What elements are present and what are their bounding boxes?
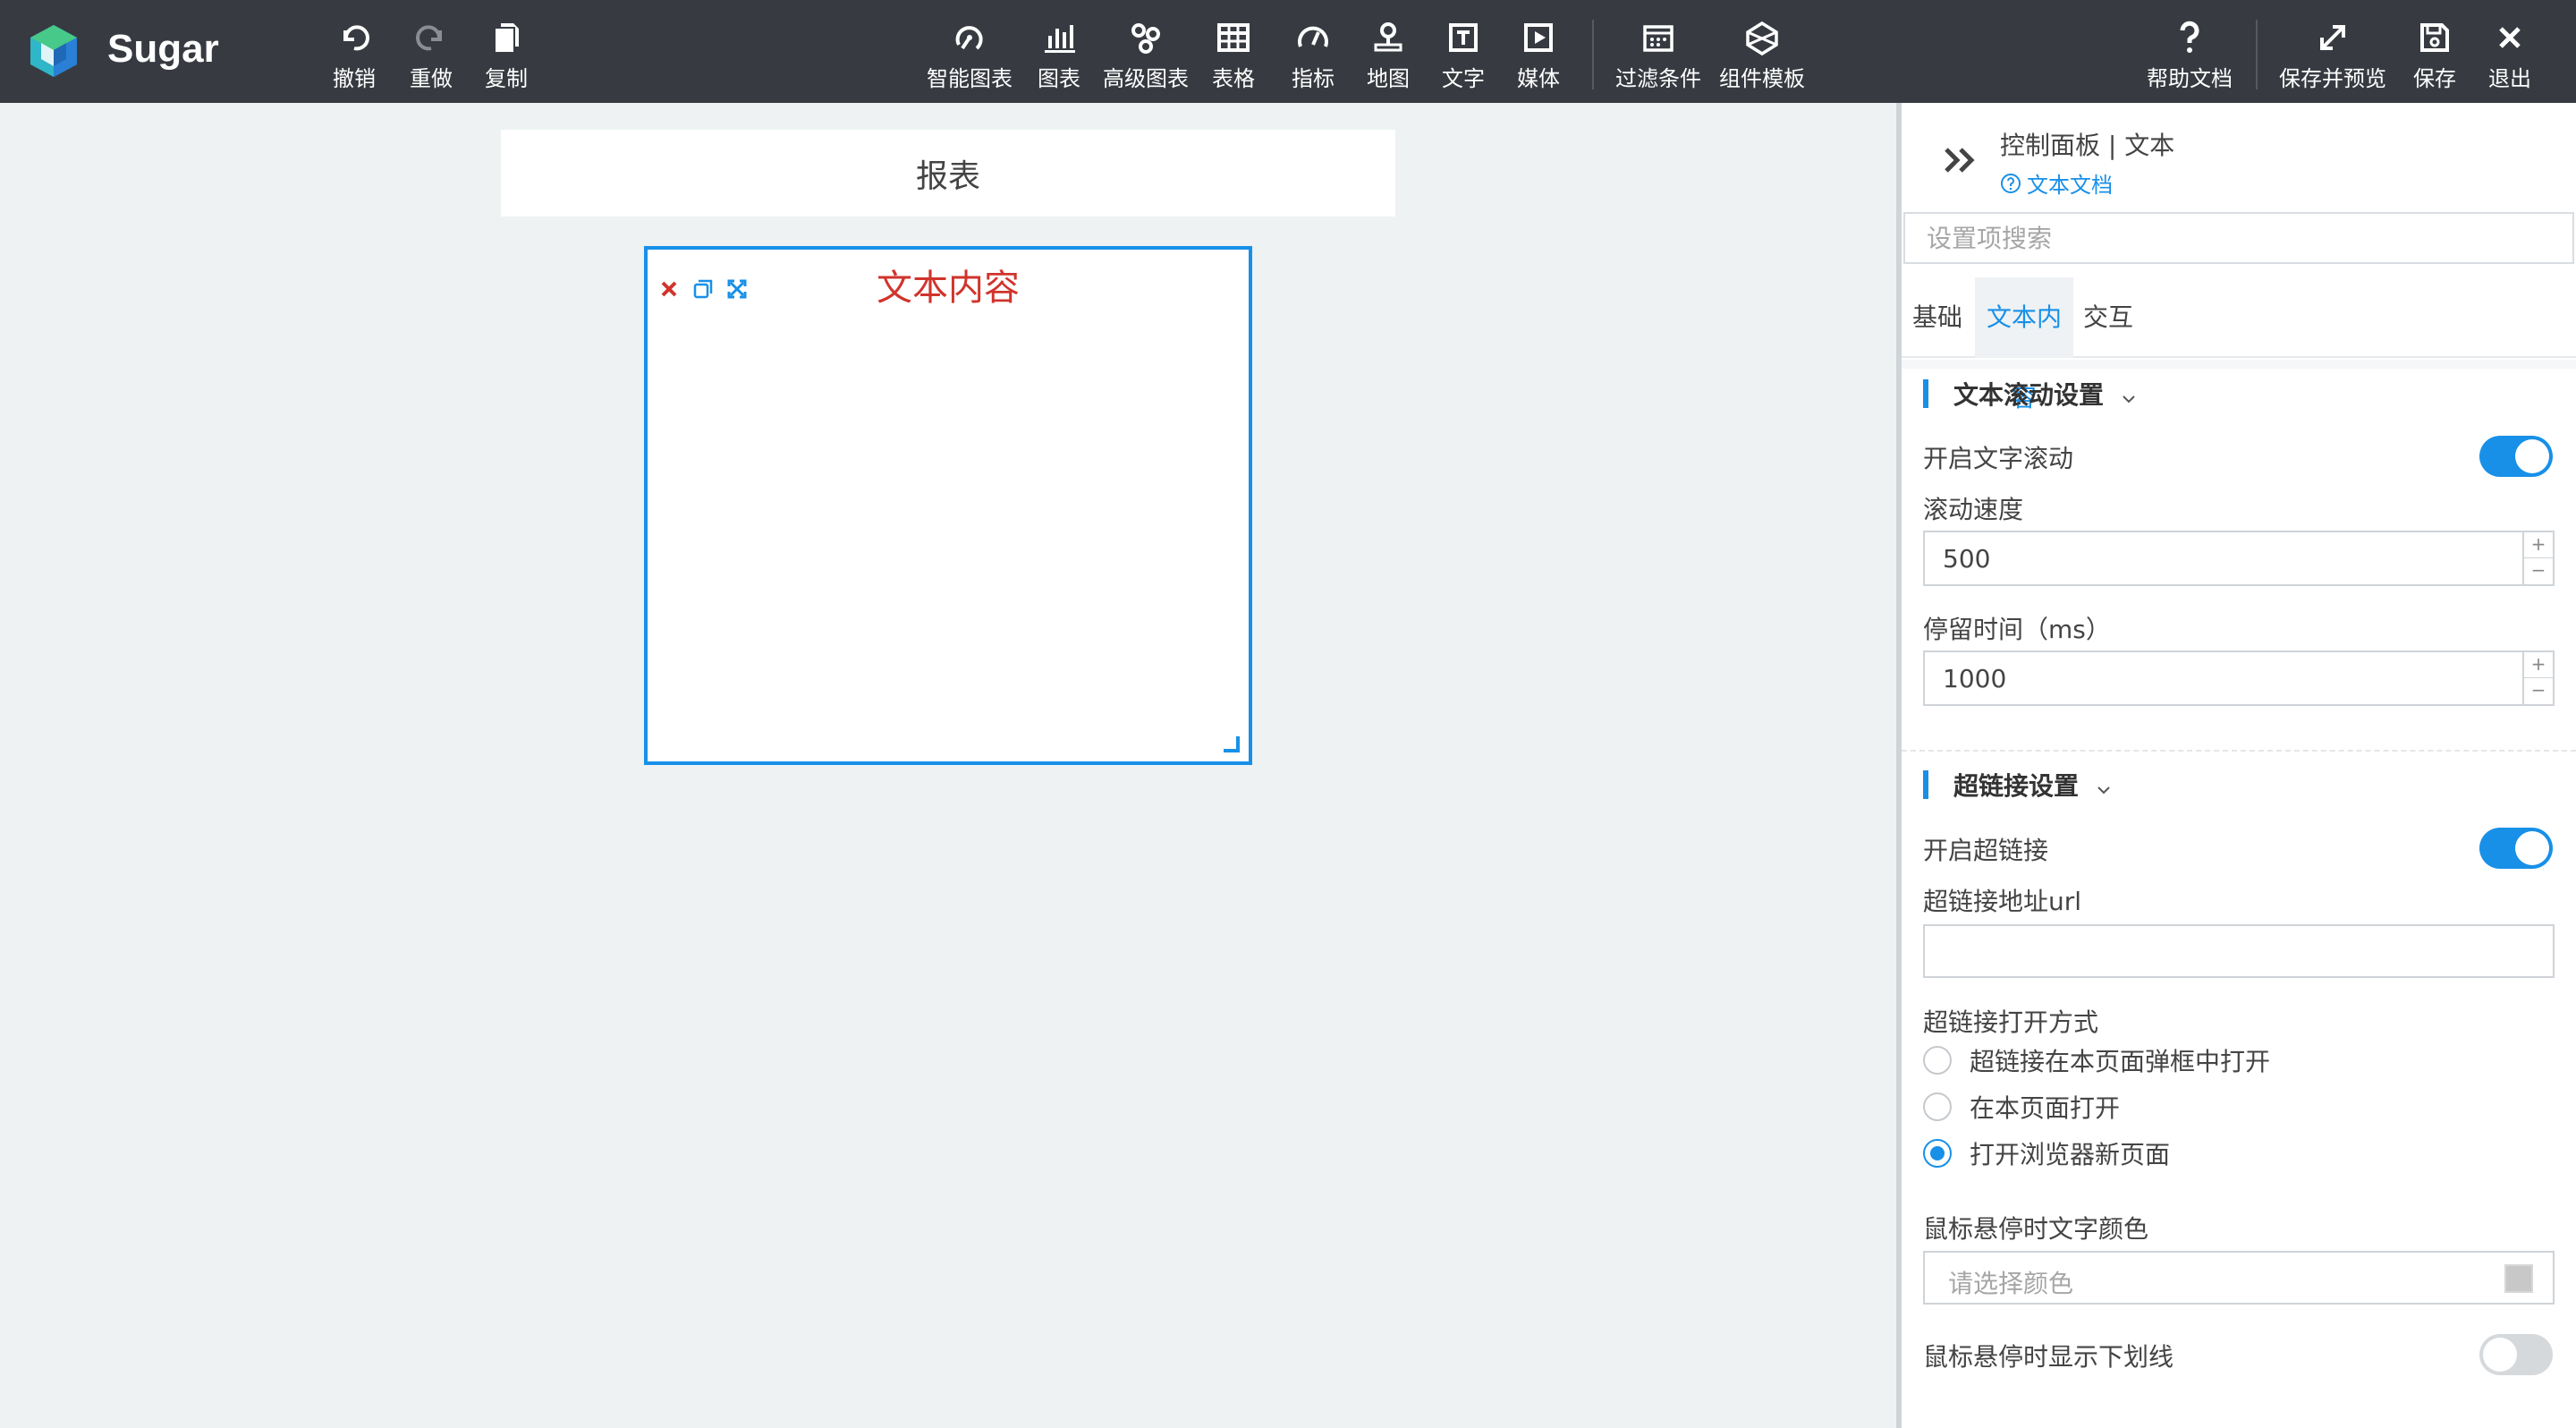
decrement-button[interactable]: −	[2522, 558, 2553, 584]
double-chevron-right-icon	[1945, 148, 1975, 173]
radio-button[interactable]	[1923, 1046, 1952, 1075]
tab-text-content[interactable]: 文本内容	[1975, 277, 2073, 412]
text-widget[interactable]: 文本内容	[644, 246, 1252, 765]
report-canvas[interactable]: 报表 文本内容	[0, 103, 1896, 1428]
hover-color-placeholder: 请选择颜色	[1948, 1269, 2074, 1298]
help-docs-button[interactable]: 帮助文档	[2147, 18, 2233, 92]
tab-interaction[interactable]: 交互	[2077, 277, 2140, 358]
settings-search-input[interactable]	[1903, 212, 2574, 264]
media-icon	[1519, 18, 1558, 57]
panel-title: 控制面板 | 文本	[2000, 131, 2175, 160]
increment-button[interactable]: +	[2522, 532, 2553, 558]
text-doc-link-label: 文本文档	[2027, 173, 2113, 198]
link-settings-header[interactable]: 超链接设置	[1923, 767, 2113, 803]
color-swatch[interactable]	[2504, 1264, 2533, 1293]
top-toolbar: Sugar 撤销 重做 复制 智能图表 图表 高级图表 表格 指标 地图 文字 …	[0, 0, 2576, 103]
scroll-speed-input[interactable]	[1925, 532, 2515, 584]
advanced-chart-icon	[1126, 18, 1165, 57]
bar-chart-icon	[1039, 18, 1079, 57]
chevron-down-icon	[2120, 385, 2138, 404]
link-url-input[interactable]	[1923, 924, 2555, 978]
radio-button[interactable]	[1923, 1092, 1952, 1121]
hover-underline-label: 鼠标悬停时显示下划线	[1923, 1342, 2174, 1372]
link-settings-title: 超链接设置	[1953, 771, 2080, 801]
question-circle-icon	[2001, 173, 2021, 193]
expand-icon	[2313, 18, 2352, 57]
table-icon	[1214, 18, 1253, 57]
tab-shadow	[1902, 360, 2576, 369]
template-icon	[1742, 18, 1782, 57]
smart-chart-button[interactable]: 智能图表	[927, 18, 1013, 92]
text-icon	[1444, 18, 1483, 57]
close-icon	[2490, 18, 2529, 57]
control-panel: 控制面板 | 文本 文本文档 基础 文本内容 交互 文本滚动设置 开启文字滚动 …	[1902, 103, 2576, 1428]
map-pin-icon	[1368, 18, 1408, 57]
link-url-label: 超链接地址url	[1923, 887, 2082, 916]
enable-scroll-label: 开启文字滚动	[1923, 444, 2074, 473]
open-mode-option-popup[interactable]: 超链接在本页面弹框中打开	[1923, 1042, 2270, 1078]
scroll-settings-title: 文本滚动设置	[1953, 380, 2105, 410]
stay-time-label: 停留时间（ms）	[1923, 615, 2111, 644]
scroll-speed-label: 滚动速度	[1923, 495, 2024, 524]
redo-icon	[411, 18, 451, 57]
map-button[interactable]: 地图	[1367, 18, 1410, 92]
enable-scroll-toggle[interactable]	[2479, 436, 2553, 477]
sugar-logo-icon	[27, 23, 80, 79]
toolbar-divider	[2256, 20, 2258, 89]
filter-button[interactable]: 过滤条件	[1615, 18, 1701, 92]
save-button[interactable]: 保存	[2413, 18, 2456, 92]
report-title[interactable]: 报表	[501, 130, 1395, 217]
decrement-button[interactable]: −	[2522, 678, 2553, 704]
scroll-settings-header[interactable]: 文本滚动设置	[1923, 376, 2138, 412]
media-button[interactable]: 媒体	[1517, 18, 1560, 92]
hover-color-label: 鼠标悬停时文字颜色	[1923, 1214, 2149, 1244]
tab-basic[interactable]: 基础	[1903, 277, 1971, 358]
stay-time-input[interactable]	[1925, 652, 2515, 704]
copy-icon	[487, 18, 526, 57]
redo-button[interactable]: 重做	[410, 18, 453, 92]
text-doc-link[interactable]: 文本文档	[2000, 167, 2113, 199]
chart-button[interactable]: 图表	[1038, 18, 1080, 92]
resize-handle[interactable]	[1224, 736, 1240, 752]
filter-calendar-icon	[1639, 18, 1678, 57]
toolbar-divider	[1592, 20, 1594, 89]
copy-button[interactable]: 复制	[485, 18, 528, 92]
undo-button[interactable]: 撤销	[333, 18, 376, 92]
open-mode-option-new-page[interactable]: 打开浏览器新页面	[1923, 1135, 2170, 1171]
indicator-button[interactable]: 指标	[1292, 18, 1335, 92]
template-button[interactable]: 组件模板	[1719, 18, 1805, 92]
panel-tabs: 基础 文本内容 交互	[1902, 277, 2576, 412]
table-button[interactable]: 表格	[1212, 18, 1255, 92]
open-mode-option-same-page[interactable]: 在本页面打开	[1923, 1089, 2120, 1125]
save-and-preview-button[interactable]: 保存并预览	[2279, 18, 2386, 92]
hover-color-picker[interactable]: 请选择颜色	[1923, 1251, 2555, 1305]
undo-icon	[335, 18, 374, 57]
widget-text-content: 文本内容	[877, 268, 1020, 309]
open-mode-label: 超链接打开方式	[1923, 1007, 2099, 1037]
enable-link-label: 开启超链接	[1923, 836, 2049, 865]
section-divider	[1902, 750, 2576, 752]
collapse-panel-button[interactable]	[1939, 139, 1982, 182]
scroll-speed-stepper[interactable]: + −	[1923, 531, 2555, 586]
exit-button[interactable]: 退出	[2488, 18, 2531, 92]
enable-link-toggle[interactable]	[2479, 828, 2553, 869]
advanced-chart-button[interactable]: 高级图表	[1103, 18, 1189, 92]
stay-time-stepper[interactable]: + −	[1923, 650, 2555, 706]
gauge-icon	[1293, 18, 1333, 57]
increment-button[interactable]: +	[2522, 652, 2553, 678]
chevron-down-icon	[2095, 776, 2113, 795]
save-icon	[2415, 18, 2454, 57]
smart-chart-icon	[950, 18, 989, 57]
text-button[interactable]: 文字	[1442, 18, 1485, 92]
app-name: Sugar	[107, 27, 219, 71]
help-icon	[2170, 18, 2209, 57]
hover-underline-toggle[interactable]	[2479, 1334, 2553, 1375]
radio-button[interactable]	[1923, 1139, 1952, 1168]
